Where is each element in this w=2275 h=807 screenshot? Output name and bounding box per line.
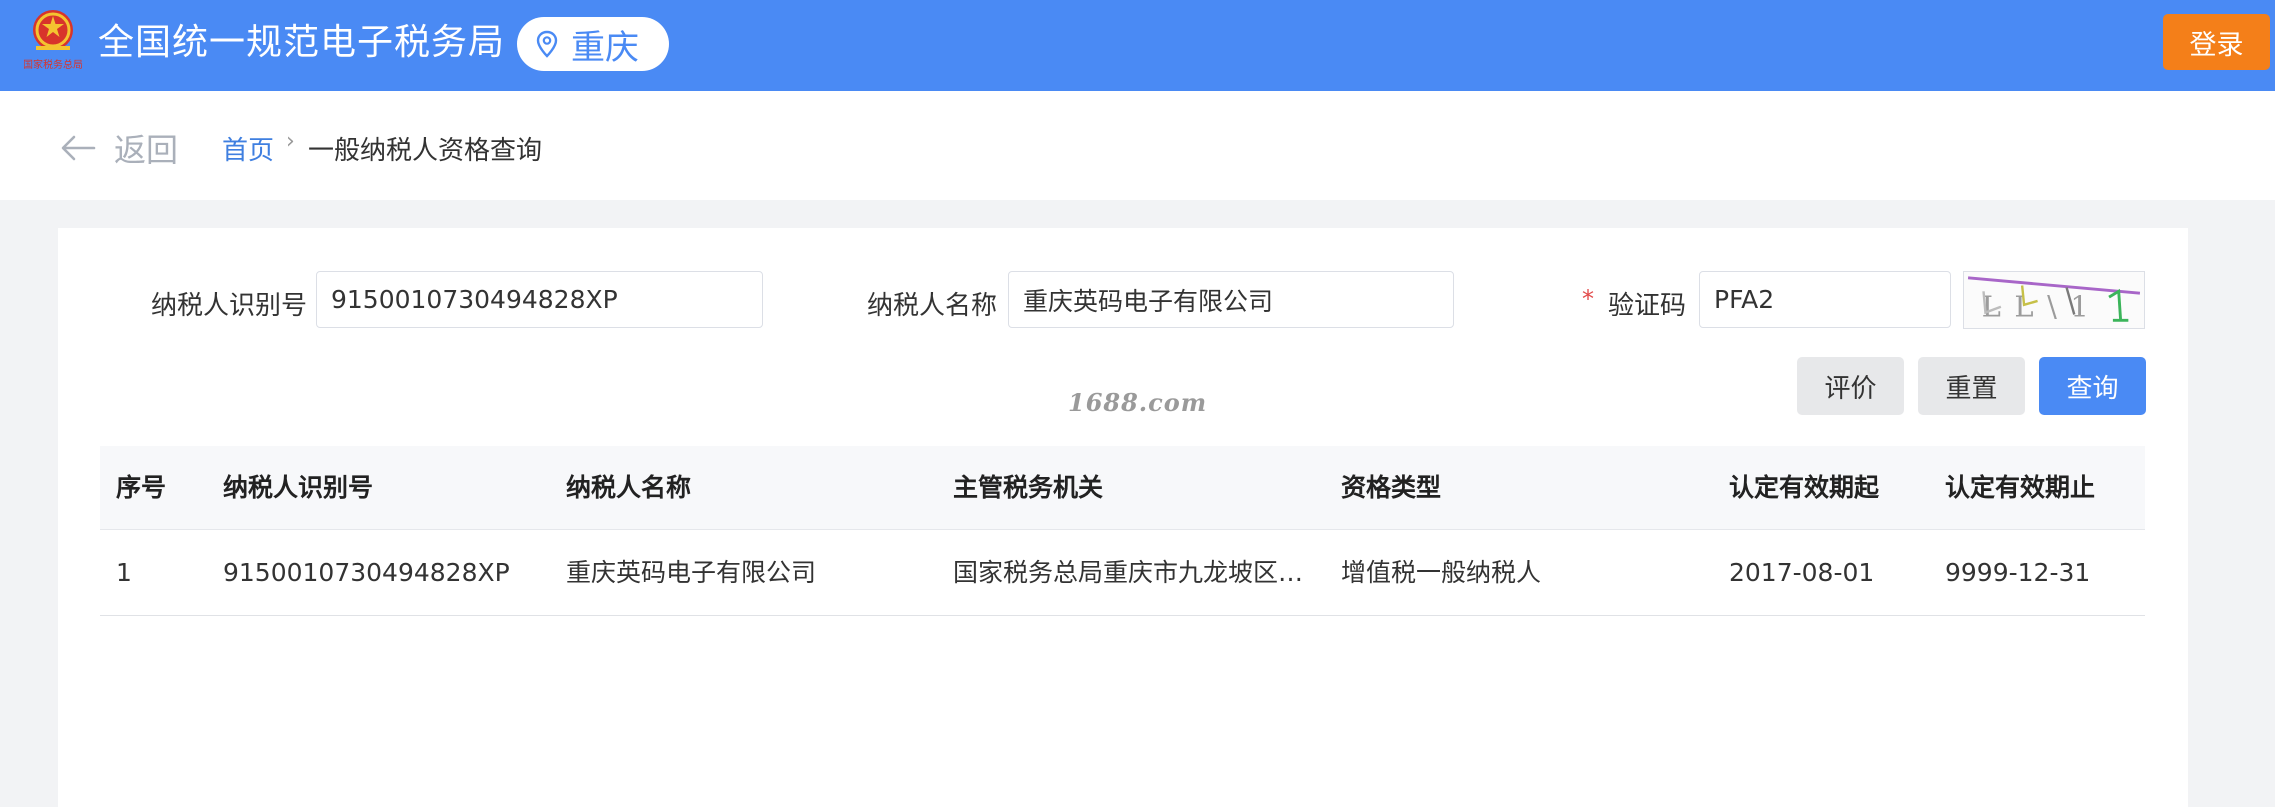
- site-title: 全国统一规范电子税务局: [98, 22, 506, 63]
- column-header: 纳税人识别号: [223, 473, 374, 502]
- column-header: 认定有效期起: [1729, 473, 1880, 502]
- taxpayer-name-label: 纳税人名称: [867, 291, 998, 321]
- breadcrumb-current: 一般纳税人资格查询: [308, 136, 543, 166]
- table-header: 序号 纳税人识别号 纳税人名称 主管税务机关 资格类型 认定有效期起 认定有效期…: [100, 446, 2145, 530]
- column-header: 资格类型: [1341, 473, 1442, 502]
- location-pin-icon: [536, 30, 558, 58]
- captcha-input[interactable]: [1699, 271, 1951, 328]
- captcha-image[interactable]: LL\1: [1963, 271, 2145, 329]
- top-header: 国家税务总局 全国统一规范电子税务局 重庆 登录: [0, 0, 2275, 91]
- login-button[interactable]: 登录: [2163, 14, 2270, 70]
- region-selector[interactable]: 重庆: [517, 17, 669, 71]
- query-button[interactable]: 查询: [2039, 357, 2146, 415]
- breadcrumb-bar: 返回 首页 › 一般纳税人资格查询: [0, 91, 2275, 200]
- emblem-caption: 国家税务总局: [24, 58, 82, 71]
- table-cell-valid-to: 9999-12-31: [1945, 558, 2091, 587]
- table-row: 1 9150010730494828XP 重庆英码电子有限公司 国家税务总局重庆…: [100, 530, 2145, 616]
- evaluate-button[interactable]: 评价: [1797, 357, 1904, 415]
- captcha-label: 验证码: [1608, 291, 1687, 321]
- table-cell-index: 1: [116, 558, 132, 587]
- column-header: 纳税人名称: [566, 473, 692, 502]
- national-emblem-icon: 国家税务总局: [24, 10, 82, 71]
- column-header: 认定有效期止: [1945, 473, 2096, 502]
- arrow-left-icon: [61, 135, 96, 161]
- taxpayer-name-input[interactable]: [1008, 271, 1454, 328]
- reset-button[interactable]: 重置: [1918, 357, 2025, 415]
- table-cell-valid-from: 2017-08-01: [1729, 558, 1875, 587]
- region-label: 重庆: [571, 27, 639, 68]
- required-mark: *: [1582, 285, 1594, 313]
- table-cell-taxpayer-name: 重庆英码电子有限公司: [566, 558, 817, 587]
- column-header: 序号: [116, 473, 167, 502]
- back-label: 返回: [114, 131, 179, 169]
- table-cell-taxpayer-id: 9150010730494828XP: [223, 558, 510, 587]
- breadcrumb-home-link[interactable]: 首页: [222, 130, 274, 167]
- table-cell-tax-authority: 国家税务总局重庆市九龙坡区…: [953, 558, 1304, 587]
- watermark: 1688.com: [1068, 388, 1208, 417]
- column-header: 主管税务机关: [953, 473, 1104, 502]
- taxpayer-id-input[interactable]: [316, 271, 763, 328]
- back-button[interactable]: 返回: [60, 125, 178, 171]
- table-cell-qualification-type: 增值税一般纳税人: [1341, 558, 1542, 587]
- breadcrumb-separator: ›: [286, 129, 295, 154]
- taxpayer-id-label: 纳税人识别号: [151, 291, 308, 321]
